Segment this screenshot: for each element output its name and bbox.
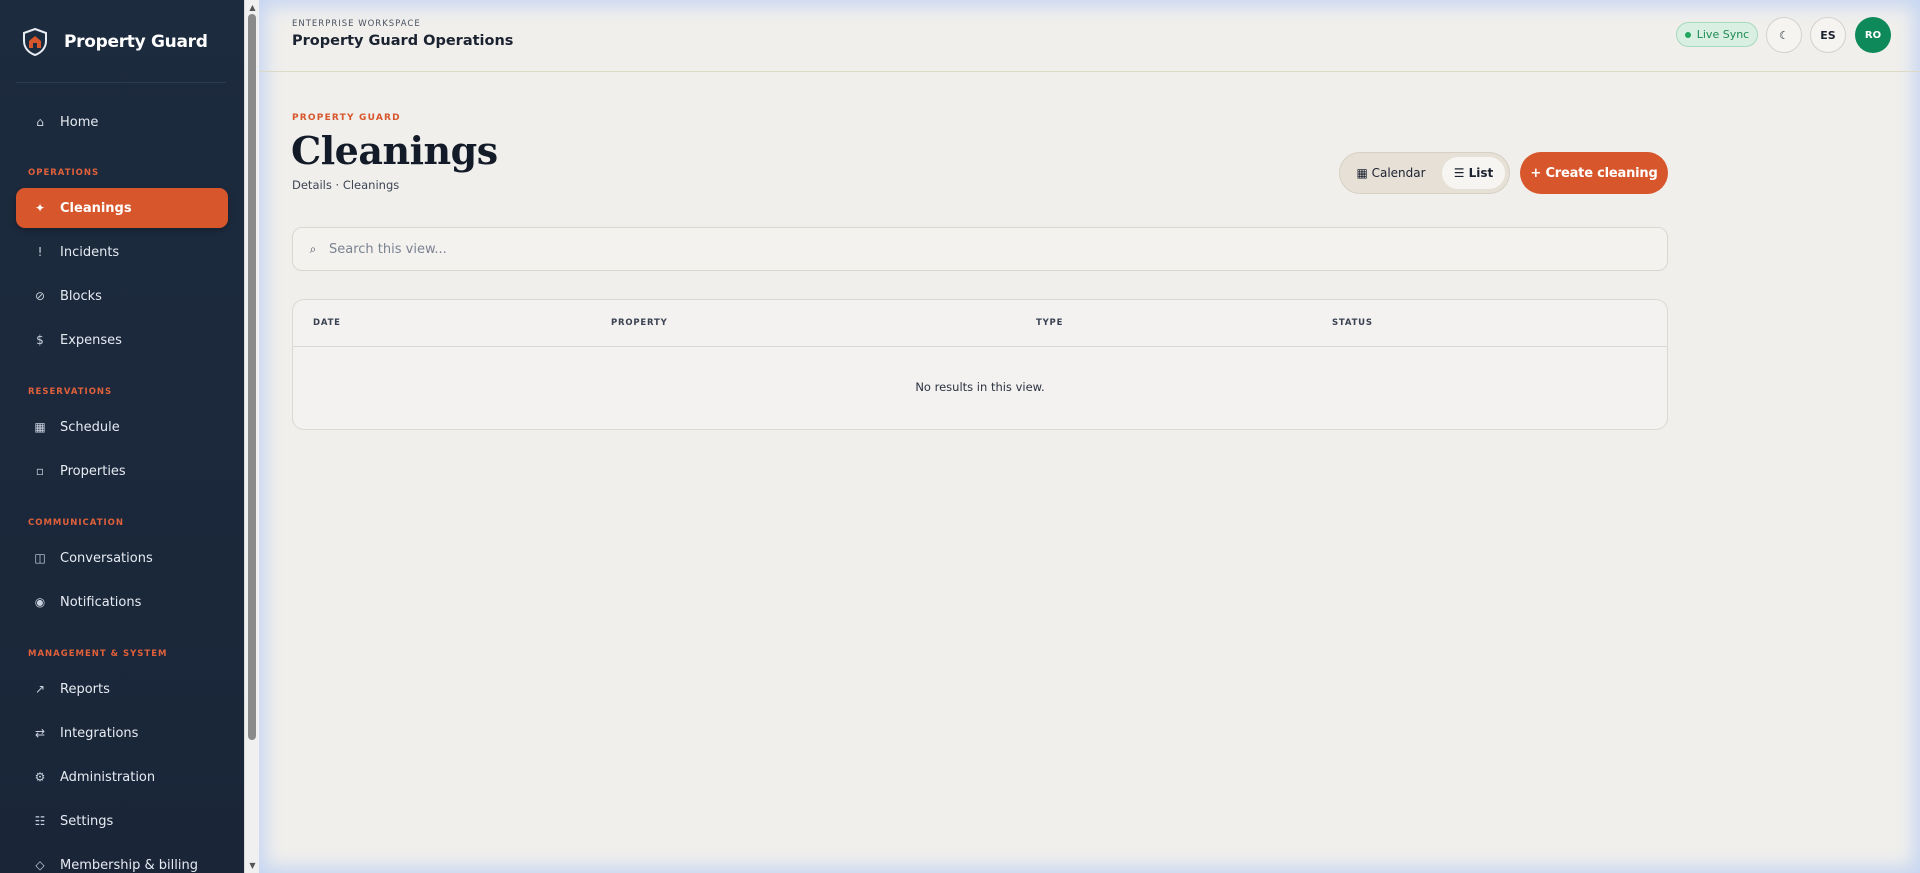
workspace-label: ENTERPRISE WORKSPACE: [292, 19, 421, 29]
sidebar-item-schedule[interactable]: ▦ Schedule: [16, 407, 228, 447]
sidebar-item-administration[interactable]: ⚙ Administration: [16, 757, 228, 797]
sidebar-item-notifications[interactable]: ◉ Notifications: [16, 582, 228, 622]
scroll-thumb[interactable]: [248, 14, 256, 740]
live-sync-label: Live Sync: [1696, 28, 1750, 41]
sidebar-item-label: Schedule: [60, 419, 120, 435]
sidebar-item-label: Expenses: [60, 332, 122, 348]
cleanings-table: DATE PROPERTY TYPE STATUS No results in …: [292, 299, 1668, 430]
reports-icon: ↗: [34, 682, 46, 696]
main-content: ENTERPRISE WORKSPACE Property Guard Oper…: [259, 0, 1920, 873]
search-bar: ⌕: [292, 227, 1668, 271]
admin-icon: ⚙: [34, 770, 46, 784]
sparkle-icon: ✦: [34, 201, 46, 215]
sidebar-item-properties[interactable]: ▫ Properties: [16, 451, 228, 491]
empty-state-message: No results in this view.: [915, 380, 1045, 394]
billing-icon: ◇: [35, 858, 45, 872]
sidebar-item-label: Blocks: [60, 288, 102, 304]
sidebar-item-label: Conversations: [60, 550, 153, 566]
sidebar-item-label: Properties: [60, 463, 126, 479]
sidebar-item-integrations[interactable]: ⇄ Integrations: [16, 713, 228, 753]
section-communication: COMMUNICATION: [28, 518, 125, 528]
sidebar-item-settings[interactable]: ☷ Settings: [16, 801, 228, 841]
topbar: ENTERPRISE WORKSPACE Property Guard Oper…: [259, 0, 1920, 72]
section-management: MANAGEMENT & SYSTEM: [28, 649, 168, 659]
shield-logo-icon: [23, 28, 47, 56]
settings-icon: ☷: [34, 814, 46, 828]
sidebar-item-conversations[interactable]: ◫ Conversations: [16, 538, 228, 578]
sidebar-item-membership-billing[interactable]: ◇ Membership & billing: [16, 845, 228, 873]
scroll-up-arrow-icon[interactable]: ▲: [248, 3, 257, 12]
search-input[interactable]: [329, 241, 1667, 257]
notification-icon: ◉: [34, 595, 46, 609]
sidebar-item-label: Reports: [60, 681, 110, 697]
sidebar-item-label: Membership & billing: [60, 857, 198, 873]
workspace-title: Property Guard Operations: [292, 33, 514, 49]
sidebar-item-home[interactable]: ⌂ Home: [16, 102, 228, 142]
sidebar-item-label: Cleanings: [60, 200, 132, 216]
sidebar-item-cleanings[interactable]: ✦ Cleanings: [16, 188, 228, 228]
calendar-view-button[interactable]: ▦ Calendar: [1350, 157, 1432, 189]
scroll-down-arrow-icon[interactable]: ▼: [248, 861, 257, 870]
live-status-dot-icon: [1684, 31, 1691, 38]
create-cleaning-button[interactable]: + Create cleaning: [1520, 152, 1668, 194]
column-header-status[interactable]: STATUS: [1332, 318, 1373, 328]
home-icon: ⌂: [36, 115, 44, 129]
calendar-icon: ▦: [34, 420, 46, 434]
view-toggle: ▦ Calendar ☰ List: [1339, 152, 1510, 194]
breadcrumb: Details · Cleanings: [292, 178, 400, 192]
avatar[interactable]: RO: [1855, 17, 1891, 53]
live-sync-badge[interactable]: Live Sync: [1676, 22, 1758, 47]
column-header-type[interactable]: TYPE: [1036, 318, 1063, 328]
sidebar: Property Guard ⌂ Home OPERATIONS ✦ Clean…: [0, 0, 244, 873]
sidebar-item-label: Notifications: [60, 594, 142, 610]
page-title: Cleanings: [291, 128, 498, 173]
sidebar-item-label: Settings: [60, 813, 114, 829]
section-reservations: RESERVATIONS: [28, 387, 113, 397]
column-header-date[interactable]: DATE: [313, 318, 341, 328]
language-button[interactable]: ES: [1810, 17, 1846, 53]
sidebar-scrollbar[interactable]: ▲ ▼: [244, 0, 259, 873]
theme-toggle-button[interactable]: ☾: [1766, 17, 1802, 53]
search-icon: ⌕: [309, 241, 317, 256]
sidebar-item-label: Home: [60, 114, 99, 130]
sidebar-item-label: Integrations: [60, 725, 139, 741]
sidebar-item-blocks[interactable]: ⊘ Blocks: [16, 276, 228, 316]
table-header: DATE PROPERTY TYPE STATUS: [293, 300, 1667, 347]
sidebar-item-label: Administration: [60, 769, 156, 785]
page-eyebrow: PROPERTY GUARD: [292, 113, 401, 123]
dollar-icon: $: [36, 333, 44, 347]
section-operations: OPERATIONS: [28, 168, 100, 178]
sidebar-item-expenses[interactable]: $ Expenses: [16, 320, 228, 360]
column-header-property[interactable]: PROPERTY: [611, 318, 668, 328]
sidebar-item-label: Incidents: [60, 244, 120, 260]
sidebar-divider: [16, 82, 226, 83]
moon-icon: ☾: [1779, 28, 1789, 42]
sidebar-item-reports[interactable]: ↗ Reports: [16, 669, 228, 709]
brand-name: Property Guard: [64, 32, 208, 52]
list-view-button[interactable]: ☰ List: [1442, 157, 1505, 189]
sidebar-item-incidents[interactable]: ! Incidents: [16, 232, 228, 272]
conversation-icon: ◫: [34, 551, 46, 565]
property-icon: ▫: [35, 464, 45, 478]
block-icon: ⊘: [34, 289, 46, 303]
alert-icon: !: [37, 245, 43, 259]
brand[interactable]: Property Guard: [0, 0, 244, 84]
integrations-icon: ⇄: [34, 726, 46, 740]
